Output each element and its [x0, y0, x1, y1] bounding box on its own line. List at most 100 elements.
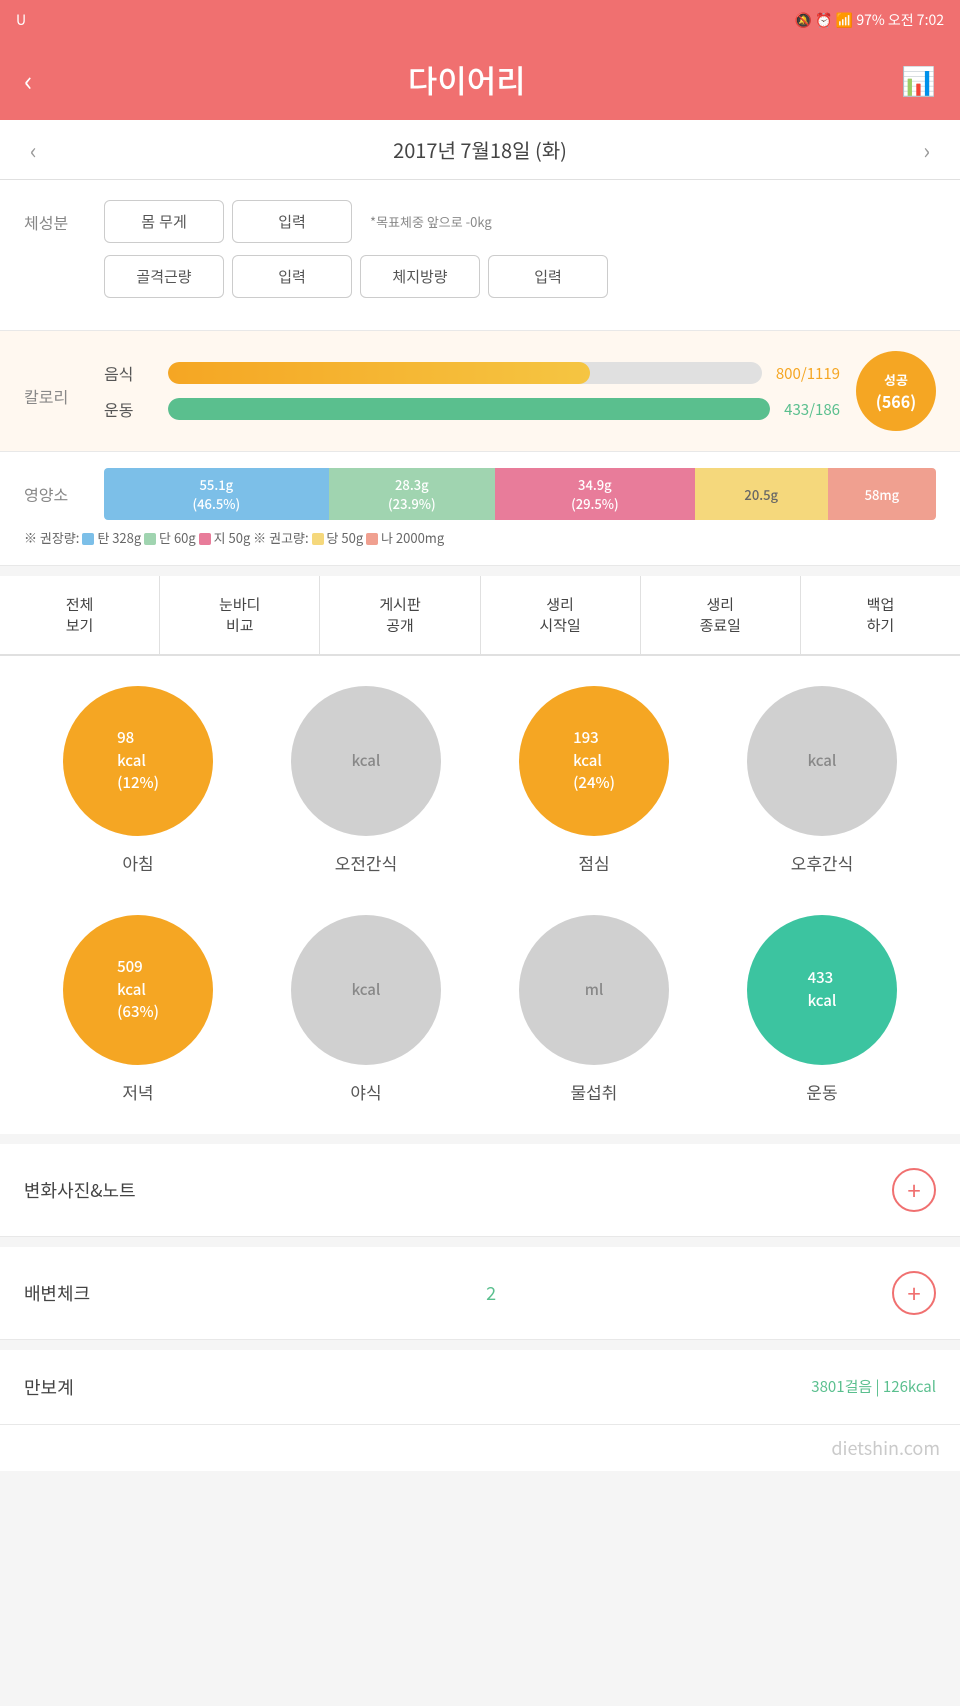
exercise-fill	[168, 398, 770, 420]
nutrition-bar: 55.1g (46.5%) 28.3g (23.9%) 34.9g (29.5%…	[104, 468, 936, 520]
photo-note-add-button[interactable]: +	[892, 1168, 936, 1212]
bowel-section: 배변체크 2 +	[0, 1247, 960, 1340]
bowel-value: 2	[486, 1280, 496, 1306]
meal-afternoon-snack[interactable]: kcal 오후간식	[708, 686, 936, 875]
calorie-section: 칼로리 음식 800/1119 운동 433/186 성공 (566)	[0, 331, 960, 452]
food-label: 음식	[104, 361, 154, 385]
meal-kcal-exercise: 433kcal	[808, 967, 837, 1012]
meal-kcal-breakfast: 98kcal(12%)	[117, 727, 159, 795]
pedometer-value: 3801걸음 | 126kcal	[811, 1376, 936, 1397]
sugar-segment: 20.5g	[695, 468, 828, 520]
sodium-segment: 58mg	[828, 468, 936, 520]
meal-water[interactable]: ml 물섭취	[480, 915, 708, 1104]
badge-val: (566)	[876, 389, 916, 413]
meal-kcal-morning-snack: kcal	[352, 750, 381, 773]
body-section: 체성분 몸 무게 입력 *목표체중 앞으로 -0kg 골격근량 입력 체지방량 …	[0, 180, 960, 331]
fat-btn[interactable]: 체지방량	[360, 255, 480, 298]
pedometer-section: 만보계 3801걸음 | 126kcal	[0, 1350, 960, 1425]
fat-segment: 34.9g (29.5%)	[495, 468, 695, 520]
food-row: 음식 800/1119	[104, 361, 840, 385]
body-row-2: 골격근량 입력 체지방량 입력	[104, 255, 936, 298]
action-publish[interactable]: 게시판공개	[320, 576, 480, 654]
meal-name-breakfast: 아침	[122, 850, 153, 875]
action-buttons: 전체보기 눈바디비교 게시판공개 생리시작일 생리종료일 백업하기	[0, 576, 960, 656]
meal-circle-breakfast: 98kcal(12%)	[63, 686, 213, 836]
action-all[interactable]: 전체보기	[0, 576, 160, 654]
meal-morning-snack[interactable]: kcal 오전간식	[252, 686, 480, 875]
protein-pct: (23.9%)	[388, 494, 436, 513]
goal-text: *목표체중 앞으로 -0kg	[370, 212, 492, 231]
nutrition-label: 영양소	[24, 482, 104, 506]
exercise-val: 433/186	[784, 399, 840, 420]
meal-circle-dinner: 509kcal(63%)	[63, 915, 213, 1065]
meal-name-exercise: 운동	[806, 1079, 837, 1104]
weight-input-btn[interactable]: 입력	[232, 200, 352, 243]
meal-name-water: 물섭취	[571, 1079, 618, 1104]
meal-circle-morning-snack: kcal	[291, 686, 441, 836]
action-period-start[interactable]: 생리시작일	[481, 576, 641, 654]
photo-note-section: 변화사진&노트 +	[0, 1144, 960, 1237]
meal-kcal-dinner: 509kcal(63%)	[117, 956, 159, 1024]
header: ‹ 다이어리 📊	[0, 40, 960, 120]
meal-exercise[interactable]: 433kcal 운동	[708, 915, 936, 1104]
meal-name-dinner: 저녁	[122, 1079, 153, 1104]
meal-dinner[interactable]: 509kcal(63%) 저녁	[24, 915, 252, 1104]
exercise-label: 운동	[104, 397, 154, 421]
meal-circle-exercise: 433kcal	[747, 915, 897, 1065]
fat-pct: (29.5%)	[571, 494, 619, 513]
app-logo: U	[16, 10, 26, 30]
back-button[interactable]: ‹	[24, 60, 32, 100]
carb-pct: (46.5%)	[193, 494, 241, 513]
action-compare[interactable]: 눈바디비교	[160, 576, 320, 654]
watermark: dietshin.com	[0, 1425, 960, 1471]
bowel-add-button[interactable]: +	[892, 1271, 936, 1315]
meal-kcal-water: ml	[585, 979, 604, 1002]
carb-segment: 55.1g (46.5%)	[104, 468, 329, 520]
meal-name-lunch: 점심	[578, 850, 609, 875]
calorie-label: 칼로리	[24, 374, 104, 408]
meal-kcal-lunch: 193kcal(24%)	[573, 727, 615, 795]
food-fill	[168, 362, 590, 384]
weight-btn[interactable]: 몸 무게	[104, 200, 224, 243]
meal-circle-afternoon-snack: kcal	[747, 686, 897, 836]
sugar-val: 20.5g	[744, 485, 778, 504]
body-row-1: 몸 무게 입력 *목표체중 앞으로 -0kg	[104, 200, 936, 243]
meal-circle-water: ml	[519, 915, 669, 1065]
protein-val: 28.3g	[395, 475, 429, 494]
prev-date-button[interactable]: ‹	[30, 134, 37, 166]
carb-val: 55.1g	[200, 475, 234, 494]
success-badge: 성공 (566)	[856, 351, 936, 431]
current-date: 2017년 7월18일 (화)	[393, 135, 567, 164]
next-date-button[interactable]: ›	[923, 134, 930, 166]
muscle-input-btn[interactable]: 입력	[232, 255, 352, 298]
calorie-content: 음식 800/1119 운동 433/186	[104, 361, 840, 421]
meal-name-night-snack: 야식	[350, 1079, 381, 1104]
meal-kcal-afternoon-snack: kcal	[808, 750, 837, 773]
status-icons: 🔕 ⏰ 📶 97% 오전 7:02	[795, 10, 944, 30]
meal-kcal-night-snack: kcal	[352, 979, 381, 1002]
meal-name-afternoon-snack: 오후간식	[791, 850, 854, 875]
fat-input-btn[interactable]: 입력	[488, 255, 608, 298]
exercise-progress	[168, 398, 770, 420]
nutrition-section: 영양소 55.1g (46.5%) 28.3g (23.9%) 34.9g (2…	[0, 452, 960, 566]
meal-breakfast[interactable]: 98kcal(12%) 아침	[24, 686, 252, 875]
action-period-end[interactable]: 생리종료일	[641, 576, 801, 654]
page-title: 다이어리	[408, 57, 526, 103]
pedometer-title: 만보계	[24, 1374, 74, 1400]
meal-circle-night-snack: kcal	[291, 915, 441, 1065]
muscle-btn[interactable]: 골격근량	[104, 255, 224, 298]
food-progress	[168, 362, 762, 384]
chart-icon[interactable]: 📊	[901, 60, 936, 100]
nutrition-note: ※ 권장량: 탄 328g 단 60g 지 50g ※ 권고량: 당 50g 나…	[24, 528, 936, 549]
protein-segment: 28.3g (23.9%)	[329, 468, 495, 520]
meal-night-snack[interactable]: kcal 야식	[252, 915, 480, 1104]
body-inputs: 몸 무게 입력 *목표체중 앞으로 -0kg 골격근량 입력 체지방량 입력	[104, 200, 936, 310]
meal-name-morning-snack: 오전간식	[335, 850, 398, 875]
exercise-row: 운동 433/186	[104, 397, 840, 421]
meal-lunch[interactable]: 193kcal(24%) 점심	[480, 686, 708, 875]
badge-label: 성공	[884, 370, 908, 389]
fat-val: 34.9g	[578, 475, 612, 494]
meal-circle-lunch: 193kcal(24%)	[519, 686, 669, 836]
action-backup[interactable]: 백업하기	[801, 576, 960, 654]
meals-grid: 98kcal(12%) 아침 kcal 오전간식 193kcal(24%) 점심…	[0, 656, 960, 1134]
